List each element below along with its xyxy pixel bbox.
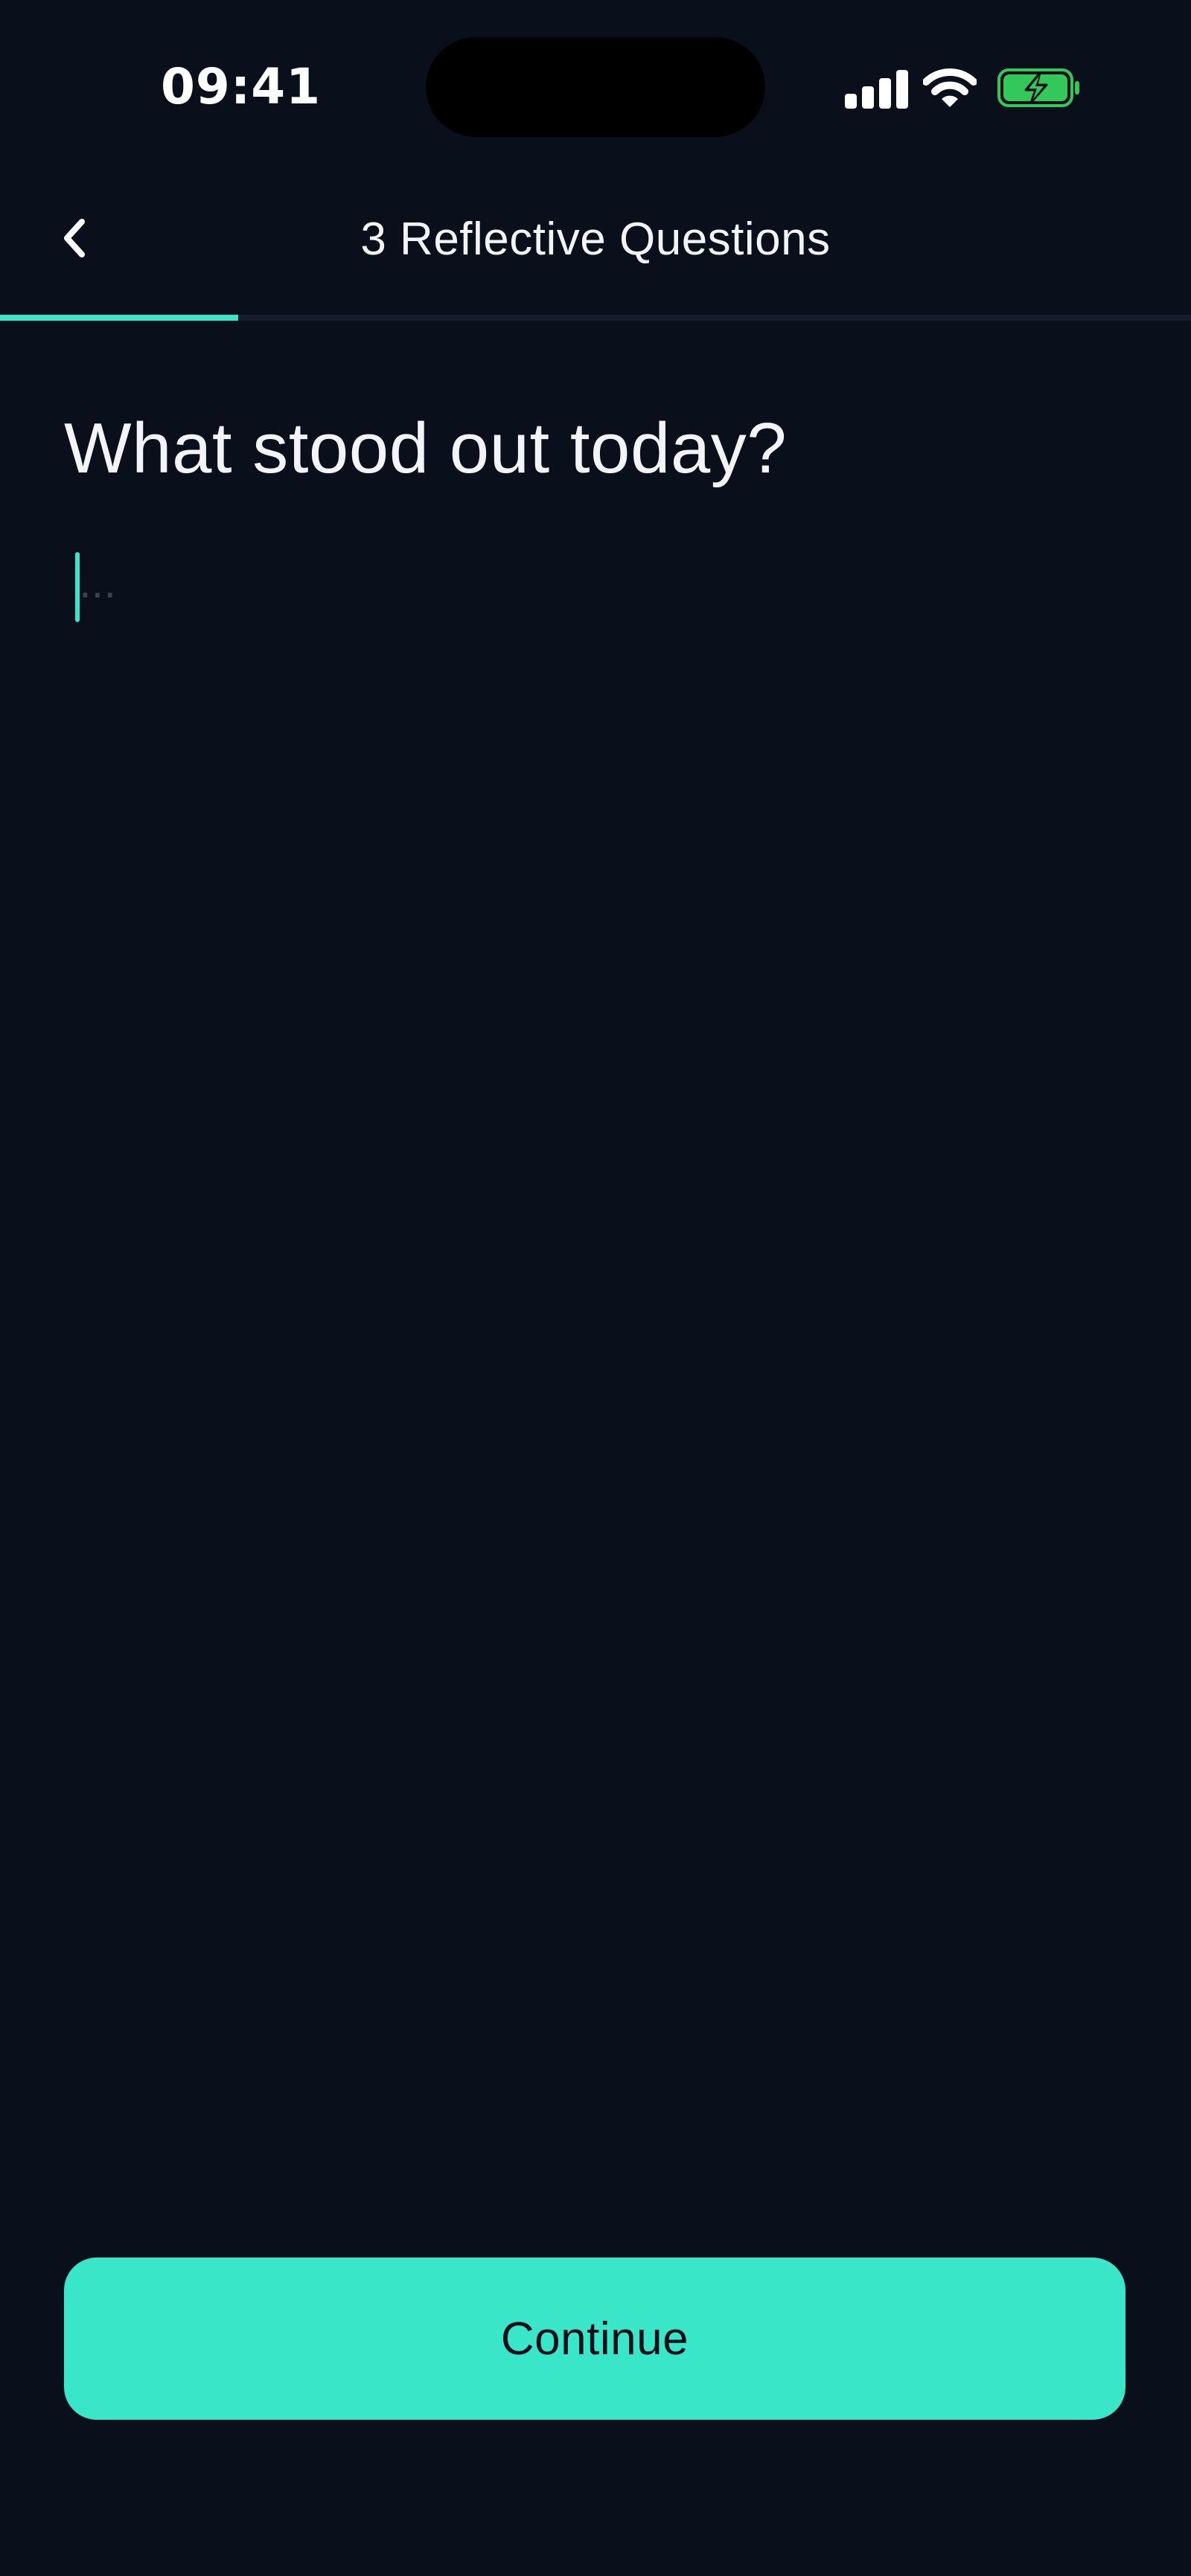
answer-input[interactable] <box>64 543 1127 2016</box>
answer-area <box>64 543 1127 2016</box>
wifi-icon <box>923 68 977 107</box>
question-title: What stood out today? <box>64 408 788 488</box>
progress-bar <box>0 315 1191 321</box>
page-title: 3 Reflective Questions <box>360 214 831 265</box>
nav-header: 3 Reflective Questions <box>0 179 1191 305</box>
status-time: 09:41 <box>161 58 322 115</box>
progress-bar-fill <box>0 315 238 321</box>
battery-charging-icon <box>997 68 1079 107</box>
status-bar: 09:41 <box>0 0 1191 171</box>
dynamic-island <box>426 37 765 137</box>
status-icons <box>841 64 1079 110</box>
continue-button[interactable]: Continue <box>64 2258 1125 2420</box>
cellular-signal-icon <box>845 70 908 109</box>
